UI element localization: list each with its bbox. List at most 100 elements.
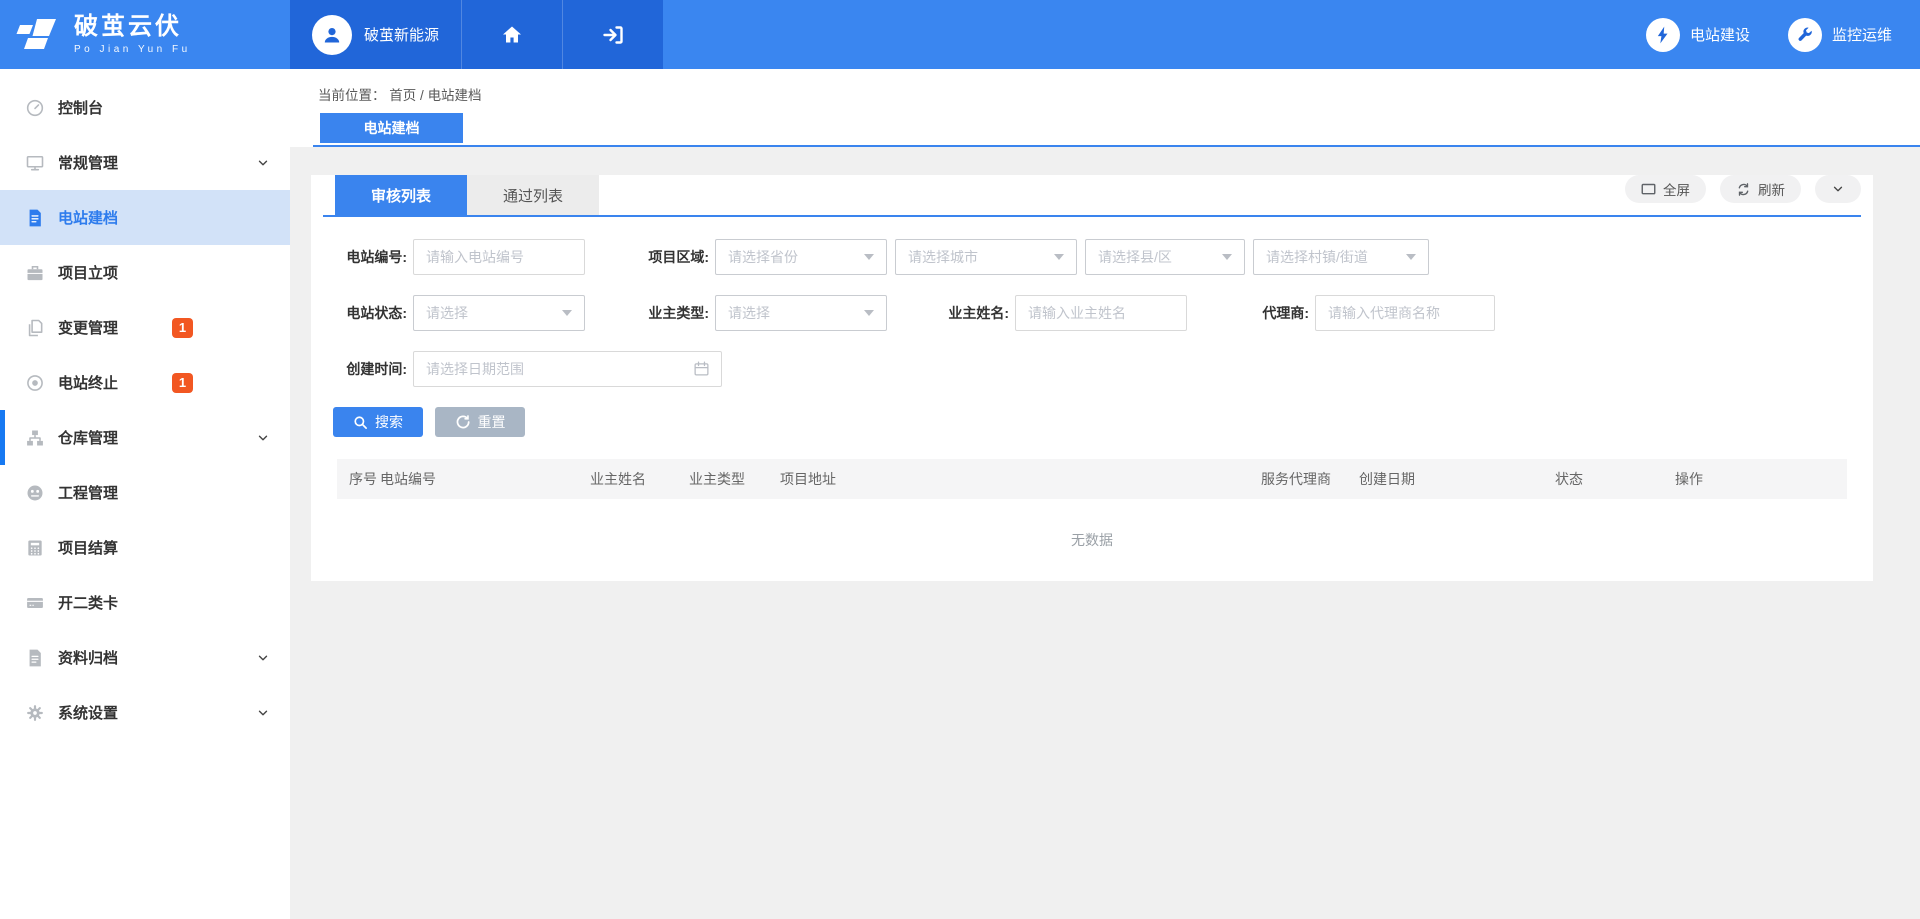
monitor-icon [25, 153, 45, 173]
sidebar-item-change-mgmt[interactable]: 变更管理 1 [0, 300, 290, 355]
fullscreen-label: 全屏 [1663, 179, 1690, 199]
current-user[interactable]: 破茧新能源 [290, 0, 461, 69]
sidebar-item-station-archive[interactable]: 电站建档 [0, 190, 290, 245]
fullscreen-button[interactable]: 全屏 [1625, 175, 1706, 203]
header-right-nav: 电站建设 监控运维 [1646, 0, 1920, 69]
count-badge: 1 [172, 318, 193, 338]
reset-icon [455, 414, 471, 430]
sidebar-item-warehouse-mgmt[interactable]: 仓库管理 [0, 410, 290, 465]
caret-down-icon [562, 310, 572, 316]
county-select[interactable]: 请选择县/区 [1085, 239, 1245, 275]
search-label: 搜索 [375, 412, 403, 432]
document-icon [25, 208, 45, 228]
sidebar-item-label: 开二类卡 [58, 592, 118, 613]
filter-row-3: 创建时间: [333, 351, 1873, 387]
tab-review-list[interactable]: 审核列表 [335, 175, 467, 215]
col-service-agent: 服务代理商 [1261, 469, 1359, 489]
nav-monitor-ops-label: 监控运维 [1832, 24, 1892, 45]
panel-toolbar: 全屏 刷新 [1625, 175, 1861, 215]
col-station-no: 电站编号 [380, 469, 590, 489]
reset-label: 重置 [478, 412, 506, 432]
filter-row-2: 电站状态: 请选择 业主类型: 请选择 业主姓名: 代理商: [333, 295, 1873, 331]
lightning-icon [1646, 18, 1680, 52]
table-header: 序号 电站编号 业主姓名 业主类型 项目地址 服务代理商 创建日期 状态 操作 [337, 459, 1847, 499]
created-time-label: 创建时间: [333, 359, 407, 379]
collapse-button[interactable] [1815, 175, 1861, 203]
col-owner-type: 业主类型 [689, 469, 780, 489]
station-no-input[interactable] [413, 239, 585, 275]
sidebar-item-project-initiation[interactable]: 项目立项 [0, 245, 290, 300]
bank-card-icon [25, 593, 45, 613]
owner-type-select[interactable]: 请选择 [715, 295, 887, 331]
col-status: 状态 [1555, 469, 1675, 489]
gauge-icon [25, 98, 45, 118]
sidebar-item-engineering-mgmt[interactable]: 工程管理 [0, 465, 290, 520]
home-button[interactable] [461, 0, 562, 69]
nav-monitor-ops[interactable]: 监控运维 [1788, 18, 1892, 52]
chevron-down-icon [1831, 182, 1845, 196]
station-status-select[interactable]: 请选择 [413, 295, 585, 331]
breadcrumb-prefix: 当前位置： [318, 88, 386, 103]
city-placeholder: 请选择城市 [908, 247, 978, 267]
sidebar-item-label: 资料归档 [58, 647, 118, 668]
sidebar-item-project-settlement[interactable]: 项目结算 [0, 520, 290, 575]
sidebar-item-label: 项目立项 [58, 262, 118, 283]
calendar-icon [693, 360, 710, 377]
list-panel: 审核列表 通过列表 全屏 [311, 175, 1873, 581]
station-status-label: 电站状态: [333, 303, 407, 323]
sidebar-item-system-settings[interactable]: 系统设置 [0, 685, 290, 740]
search-button[interactable]: 搜索 [333, 407, 423, 437]
content-area: 审核列表 通过列表 全屏 [290, 147, 1920, 919]
caret-down-icon [864, 310, 874, 316]
chevron-down-icon [256, 156, 270, 170]
sidebar-item-label: 电站终止 [58, 372, 118, 393]
col-project-address: 项目地址 [780, 469, 1261, 489]
date-range-input[interactable] [413, 351, 722, 387]
sidebar-item-console[interactable]: 控制台 [0, 80, 290, 135]
header-spacer [663, 0, 1646, 69]
filter-actions: 搜索 重置 [311, 407, 1873, 437]
city-select[interactable]: 请选择城市 [895, 239, 1077, 275]
breadcrumb-home[interactable]: 首页 [389, 88, 416, 103]
header-dark-band: 破茧新能源 [290, 0, 663, 69]
col-actions: 操作 [1675, 469, 1847, 489]
sidebar-item-general-mgmt[interactable]: 常规管理 [0, 135, 290, 190]
sidebar-item-label: 项目结算 [58, 537, 118, 558]
briefcase-icon [25, 263, 45, 283]
logout-button[interactable] [562, 0, 663, 69]
sidebar-item-label: 常规管理 [58, 152, 118, 173]
brand-title: 破茧云伏 [74, 14, 191, 40]
chevron-down-icon [256, 651, 270, 665]
page-tab-row: 电站建档 [313, 115, 1920, 147]
caret-down-icon [1406, 254, 1416, 260]
empty-state: 无数据 [337, 499, 1847, 581]
col-created-date: 创建日期 [1359, 469, 1555, 489]
owner-name-input[interactable] [1015, 295, 1187, 331]
sidebar-item-station-terminate[interactable]: 电站终止 1 [0, 355, 290, 410]
agent-input[interactable] [1315, 295, 1495, 331]
sidebar-item-label: 系统设置 [58, 702, 118, 723]
sidebar-item-open-card[interactable]: 开二类卡 [0, 575, 290, 630]
refresh-button[interactable]: 刷新 [1720, 175, 1801, 203]
nav-station-build-label: 电站建设 [1690, 24, 1750, 45]
breadcrumb-separator: / [420, 88, 428, 103]
col-index: 序号 [349, 469, 380, 489]
page-tab-station-archive[interactable]: 电站建档 [320, 113, 463, 143]
sidebar-item-label: 仓库管理 [58, 427, 118, 448]
calculator-icon [25, 538, 45, 558]
sidebar-item-label: 变更管理 [58, 317, 118, 338]
reset-button[interactable]: 重置 [435, 407, 525, 437]
brand-subtitle: Po Jian Yun Fu [74, 44, 191, 55]
home-icon [500, 23, 524, 47]
sign-out-icon [601, 23, 625, 47]
count-badge: 1 [172, 373, 193, 393]
town-select[interactable]: 请选择村镇/街道 [1253, 239, 1429, 275]
sidebar-item-label: 电站建档 [58, 207, 118, 228]
user-name: 破茧新能源 [364, 24, 439, 45]
nav-station-build[interactable]: 电站建设 [1646, 18, 1750, 52]
sidebar-item-data-archive[interactable]: 资料归档 [0, 630, 290, 685]
chevron-down-icon [256, 431, 270, 445]
search-icon [353, 415, 368, 430]
tab-passed-list[interactable]: 通过列表 [467, 175, 599, 215]
province-select[interactable]: 请选择省份 [715, 239, 887, 275]
